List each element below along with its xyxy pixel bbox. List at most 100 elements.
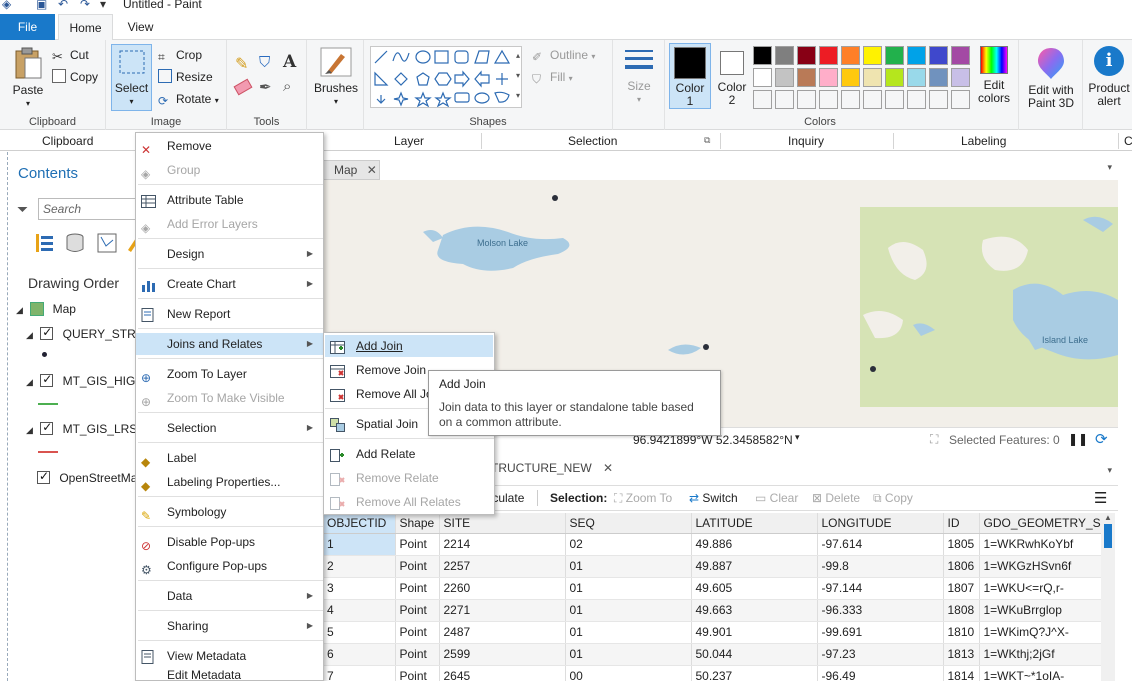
table-cell[interactable]: 1814 xyxy=(943,665,980,681)
table-cell[interactable]: 2487 xyxy=(439,621,566,644)
customize-quick-access-icon[interactable]: ▾ xyxy=(100,0,106,11)
table-cell[interactable]: 01 xyxy=(565,555,692,578)
collapse-icon[interactable]: ◢ xyxy=(26,330,33,340)
column-header[interactable]: Shape xyxy=(395,513,440,534)
clear-selection-button[interactable]: ▭ Clear xyxy=(755,491,798,505)
table-row[interactable]: 3 Point 2260 01 49.605 -97.144 1807 1=WKU<=rQ,r… xyxy=(323,577,1104,600)
table-cell[interactable]: 1806 xyxy=(943,555,980,578)
table-cell[interactable]: -97.614 xyxy=(817,533,944,556)
menu-item-data[interactable]: Data ▶ xyxy=(136,585,323,607)
selected-features-icon[interactable]: ⛶ xyxy=(930,432,938,447)
fill-button[interactable]: ⛉ Fill ▾ xyxy=(532,67,573,87)
table-cell[interactable]: -99.691 xyxy=(817,621,944,644)
palette-swatch[interactable] xyxy=(797,68,816,87)
palette-swatch[interactable] xyxy=(841,68,860,87)
table-cell[interactable]: 1813 xyxy=(943,643,980,666)
cut-button[interactable]: ✂ Cut xyxy=(52,45,89,65)
table-cell[interactable]: -97.144 xyxy=(817,577,944,600)
column-header[interactable]: LATITUDE xyxy=(691,513,818,534)
select-button[interactable]: Select ▾ xyxy=(111,44,152,111)
scrollbar-thumb[interactable] xyxy=(1104,524,1112,548)
map-view-tab[interactable]: Map ✕ xyxy=(323,160,380,180)
table-cell[interactable]: 2214 xyxy=(439,533,566,556)
table-cell[interactable]: 3 xyxy=(323,577,396,600)
shapes-gallery[interactable] xyxy=(370,46,522,108)
table-cell[interactable]: 2271 xyxy=(439,599,566,622)
palette-swatch-empty[interactable] xyxy=(863,90,882,109)
pause-drawing-icon[interactable]: ❚❚ xyxy=(1068,432,1088,446)
table-cell[interactable]: 1=WKGzHSvn6f xyxy=(979,555,1104,578)
crop-button[interactable]: ⌗ Crop xyxy=(158,45,202,65)
save-icon[interactable]: ▣ xyxy=(36,0,47,11)
table-cell[interactable]: 1=WKRwhKoYbf xyxy=(979,533,1104,556)
palette-swatch[interactable] xyxy=(753,68,772,87)
menu-item-configure-popups[interactable]: ⚙ Configure Pop-ups xyxy=(136,555,323,577)
menu-item-label-layer[interactable]: ◆ Label xyxy=(136,447,323,469)
list-by-selection-icon[interactable] xyxy=(96,232,118,257)
menu-item-symbology[interactable]: ✎ Symbology xyxy=(136,501,323,523)
table-cell[interactable]: 49.605 xyxy=(691,577,818,600)
table-cell[interactable]: 1=WKimQ?J^X- xyxy=(979,621,1104,644)
palette-swatch-empty[interactable] xyxy=(753,90,772,109)
fill-bucket-icon[interactable]: ⛉ xyxy=(259,54,270,71)
table-cell[interactable]: 2260 xyxy=(439,577,566,600)
table-row[interactable]: 7 Point 2645 00 50.237 -96.49 1814 1=WKT~*1oIA- xyxy=(323,665,1104,681)
zoom-to-button[interactable]: ⛶ Zoom To xyxy=(614,491,672,506)
undo-icon[interactable]: ↶ xyxy=(58,0,68,11)
table-cell[interactable]: 00 xyxy=(565,665,692,681)
menu-item-zoom-to-layer[interactable]: ⊕ Zoom To Layer xyxy=(136,363,323,385)
table-cell[interactable]: 4 xyxy=(323,599,396,622)
palette-swatch-empty[interactable] xyxy=(797,90,816,109)
collapse-icon[interactable]: ◢ xyxy=(16,305,23,315)
text-icon[interactable]: A xyxy=(283,52,296,72)
table-cell[interactable]: Point xyxy=(395,643,440,666)
outline-button[interactable]: ✐ Outline ▾ xyxy=(532,45,595,65)
menu-item-view-metadata[interactable]: View Metadata xyxy=(136,645,323,667)
tab-view[interactable]: View xyxy=(113,14,168,40)
palette-swatch[interactable] xyxy=(951,68,970,87)
product-alert-button[interactable]: i Product alert xyxy=(1085,46,1132,108)
table-cell[interactable]: -97.23 xyxy=(817,643,944,666)
palette-swatch[interactable] xyxy=(819,46,838,65)
switch-selection-button[interactable]: ⇄ Switch xyxy=(689,491,738,505)
palette-swatch[interactable] xyxy=(951,46,970,65)
palette-swatch-empty[interactable] xyxy=(885,90,904,109)
layer-visibility-checkbox[interactable] xyxy=(37,469,50,484)
scroll-up-icon[interactable]: ▲ xyxy=(1101,513,1115,522)
coordinate-format-dropdown-icon[interactable]: ▾ xyxy=(795,432,800,443)
column-header[interactable]: OBJECTID xyxy=(323,513,396,534)
paste-dropdown-icon[interactable]: ▾ xyxy=(8,97,48,110)
palette-swatch[interactable] xyxy=(885,68,904,87)
tab-home[interactable]: Home xyxy=(58,14,113,40)
pencil-icon[interactable]: ✎ xyxy=(235,54,248,74)
brushes-button[interactable]: Brushes ▾ xyxy=(313,46,359,108)
tab-file[interactable]: File xyxy=(0,14,55,40)
palette-swatch[interactable] xyxy=(841,46,860,65)
redo-icon[interactable]: ↷ xyxy=(80,0,90,11)
menu-item-create-chart[interactable]: Create Chart ▶ xyxy=(136,273,323,295)
table-cell[interactable]: 2599 xyxy=(439,643,566,666)
copy-selection-button[interactable]: ⧉ Copy xyxy=(873,491,913,506)
toc-map[interactable]: ◢ Map xyxy=(16,302,76,316)
palette-swatch[interactable] xyxy=(885,46,904,65)
layer-visibility-checkbox[interactable] xyxy=(40,372,54,387)
menu-item-selection[interactable]: Selection ▶ xyxy=(136,417,323,439)
shapes-scroll[interactable]: ▴ ▾ ▾ xyxy=(516,46,526,108)
table-cell[interactable]: 01 xyxy=(565,599,692,622)
submenu-item-add-join[interactable]: Add Join xyxy=(325,335,493,357)
edit-colors-button[interactable]: Edit colors xyxy=(973,46,1015,105)
column-header[interactable]: SEQ xyxy=(565,513,692,534)
table-cell[interactable]: -96.49 xyxy=(817,665,944,681)
toc-layer-highways[interactable]: ◢ MT_GIS_HIGHV xyxy=(26,372,152,388)
size-button[interactable]: Size ▾ xyxy=(619,48,659,106)
delete-selection-button[interactable]: ⊠ Delete xyxy=(812,491,860,505)
table-cell[interactable]: 49.887 xyxy=(691,555,818,578)
menu-item-remove[interactable]: ✕ Remove xyxy=(136,135,323,157)
close-icon[interactable]: ✕ xyxy=(367,163,377,177)
menu-item-labeling-properties[interactable]: ◆ Labeling Properties... xyxy=(136,471,323,493)
list-by-source-icon[interactable] xyxy=(64,232,86,257)
table-cell[interactable]: 49.663 xyxy=(691,599,818,622)
palette-swatch[interactable] xyxy=(929,46,948,65)
table-options-menu-icon[interactable]: ☰ xyxy=(1094,489,1107,507)
menu-item-sharing[interactable]: Sharing ▶ xyxy=(136,615,323,637)
